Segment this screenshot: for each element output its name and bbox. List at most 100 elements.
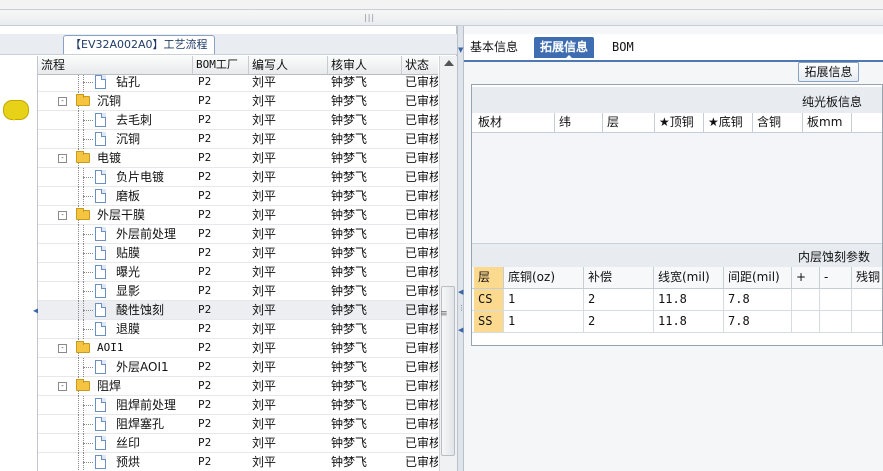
extended-info-button[interactable]: 拓展信息 [798,62,859,82]
tree-expander-icon[interactable]: - [58,154,67,163]
tree-row[interactable]: 退膜 P2 刘平 钟梦飞 已审核 [38,320,438,339]
tree-vertical-scrollbar[interactable] [439,56,457,471]
bare-col-board-mm[interactable]: 板mm [803,113,852,132]
inner-etch-cell[interactable] [820,289,852,310]
vertical-splitter[interactable]: ▼ ◀ ⋮ ◀ [457,26,465,471]
etch-col-plus[interactable]: + [792,267,820,288]
inner-etch-cell[interactable]: 2 [584,311,654,332]
tab-strip: 基本信息 拓展信息 BOM [464,34,883,62]
etch-col-layer[interactable]: 层 [474,267,504,288]
inner-etch-cell[interactable]: 2 [584,289,654,310]
reviewer: 钟梦飞 [331,170,368,184]
tree-row[interactable]: 预烘 P2 刘平 钟梦飞 已审核 [38,453,438,471]
tree-row[interactable]: 负片电镀 P2 刘平 钟梦飞 已审核 [38,168,438,187]
tab-basic-info[interactable]: 基本信息 [464,37,524,58]
inner-etch-row[interactable]: CS 1 2 11.8 7.8 [472,289,882,311]
etch-col-compensation[interactable]: 补偿 [584,267,654,288]
inner-etch-cell[interactable]: CS [474,289,504,310]
splitter-grip-icon[interactable]: ||| [364,13,375,22]
col-header-process[interactable]: 流程 [38,56,193,74]
bare-col-copper-content[interactable]: 含铜 [753,113,803,132]
tree-folder-row[interactable]: - 外层干膜 P2 刘平 钟梦飞 已审核 [38,206,438,225]
tree-row[interactable]: 沉铜 P2 刘平 钟梦飞 已审核 [38,130,438,149]
bom-factory: P2 [198,322,212,335]
bare-col-board[interactable]: 板材 [474,113,555,132]
tree-connector [83,329,93,330]
inner-etch-cell[interactable]: 1 [504,289,584,310]
col-header-bom-factory[interactable]: BOM工厂 [193,56,249,74]
tree-row[interactable]: 阻焊前处理 P2 刘平 钟梦飞 已审核 [38,396,438,415]
tree-row[interactable]: 丝印 P2 刘平 钟梦飞 已审核 [38,434,438,453]
status: 已审核 [405,398,438,412]
inner-etch-cell[interactable]: 11.8 [654,311,724,332]
reviewer: 钟梦飞 [331,75,368,89]
etch-col-minus[interactable]: - [820,267,852,288]
tree-expander-icon[interactable]: - [58,211,67,220]
etch-col-line-width[interactable]: 线宽(mil) [654,267,724,288]
route-title-tab[interactable]: 【EV32A002A0】工艺流程 [63,35,215,54]
status: 已审核 [405,436,438,450]
scroll-up-icon[interactable] [444,60,454,66]
bare-col-layer[interactable]: 层 [603,113,655,132]
author: 刘平 [252,227,277,241]
tree-connector [83,196,93,197]
tree-row[interactable]: 曝光 P2 刘平 钟梦飞 已审核 [38,263,438,282]
col-header-author[interactable]: 编写人 [249,56,328,74]
inner-etch-cell[interactable] [792,289,820,310]
inner-etch-cell[interactable] [852,289,882,310]
status: 已审核 [405,227,438,241]
process-name: 电镀 [97,151,122,165]
tree-row[interactable]: 阻焊塞孔 P2 刘平 钟梦飞 已审核 [38,415,438,434]
tree-row[interactable]: 去毛刺 P2 刘平 钟梦飞 已审核 [38,111,438,130]
col-header-status[interactable]: 状态 [402,56,438,74]
bare-col-weft[interactable]: 纬 [555,113,603,132]
tree-folder-row[interactable]: - 沉铜 P2 刘平 钟梦飞 已审核 [38,92,438,111]
inner-etch-cell[interactable] [792,311,820,332]
bom-factory: P2 [198,246,212,259]
horizontal-splitter[interactable]: ||| [0,9,883,26]
etch-col-spacing[interactable]: 间距(mil) [724,267,792,288]
inner-etch-row[interactable]: SS 1 2 11.8 7.8 [472,311,882,333]
tree-row[interactable]: 磨板 P2 刘平 钟梦飞 已审核 [38,187,438,206]
tree-connector [78,130,79,149]
inner-etch-cell[interactable] [820,311,852,332]
inner-etch-cell[interactable]: 7.8 [724,289,792,310]
bare-col-bottom-copper[interactable]: ★底铜 [704,113,753,132]
bom-factory: P2 [198,360,212,373]
tree-folder-row[interactable]: - 电镀 P2 刘平 钟梦飞 已审核 [38,149,438,168]
tree-folder-row[interactable]: - AOI1 P2 刘平 钟梦飞 已审核 [38,339,438,358]
inner-etch-cell[interactable]: 11.8 [654,289,724,310]
collapse-arrow-icon[interactable]: ◀ [458,326,463,334]
tree-expander-icon[interactable]: - [58,382,67,391]
inner-etch-cell[interactable]: SS [474,311,504,332]
reviewer: 钟梦飞 [331,417,368,431]
tab-extended-info[interactable]: 拓展信息 [534,37,595,60]
inner-etch-cell[interactable]: 7.8 [724,311,792,332]
col-header-reviewer[interactable]: 核审人 [328,56,402,74]
tab-bom[interactable]: BOM [606,37,640,58]
chat-bubble-icon[interactable] [3,100,29,121]
tree-connector [78,225,79,244]
collapse-arrow-icon[interactable]: ▼ [458,46,463,54]
tree-row[interactable]: 贴膜 P2 刘平 钟梦飞 已审核 [38,244,438,263]
inner-etch-cell[interactable] [852,311,882,332]
tree-row[interactable]: 外层AOI1 P2 刘平 钟梦飞 已审核 [38,358,438,377]
reviewer: 钟梦飞 [331,208,368,222]
tree-expander-icon[interactable]: - [58,344,67,353]
inner-etch-cell[interactable]: 1 [504,311,584,332]
etch-col-residual-copper[interactable]: 残铜 [852,267,882,288]
author: 刘平 [252,303,277,317]
tree-folder-row[interactable]: - 阻焊 P2 刘平 钟梦飞 已审核 [38,377,438,396]
bom-factory: P2 [198,379,212,392]
tree-row[interactable]: 钻孔 P2 刘平 钟梦飞 已审核 [38,73,438,92]
process-name: 预烘 [116,455,141,469]
tree-connector [83,272,93,273]
tree-row[interactable]: 外层前处理 P2 刘平 钟梦飞 已审核 [38,225,438,244]
tree-row[interactable]: 酸性蚀刻 P2 刘平 钟梦飞 已审核 [38,301,438,320]
reviewer: 钟梦飞 [331,132,368,146]
collapse-arrow-icon[interactable]: ◀ [458,288,463,296]
tree-row[interactable]: 显影 P2 刘平 钟梦飞 已审核 [38,282,438,301]
bare-col-top-copper[interactable]: ★顶铜 [655,113,704,132]
etch-col-base-copper[interactable]: 底铜(oz) [504,267,584,288]
tree-expander-icon[interactable]: - [58,97,67,106]
